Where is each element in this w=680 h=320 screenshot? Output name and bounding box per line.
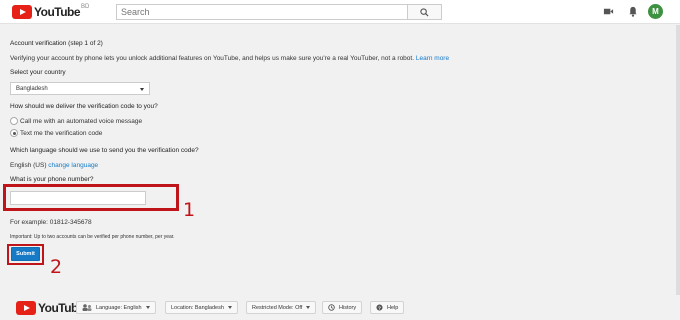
history-label: History: [339, 304, 357, 311]
location-dropdown[interactable]: Location: Bangladesh: [165, 301, 238, 314]
youtube-play-icon: [16, 301, 36, 315]
learn-more-link[interactable]: Learn more: [416, 55, 449, 62]
radio-voice-call[interactable]: [10, 117, 18, 125]
language-label: Language: English: [96, 304, 142, 311]
intro-text: Verifying your account by phone lets you…: [10, 55, 449, 62]
important-label: Important:: [10, 234, 33, 240]
footer-youtube-logo[interactable]: YouTube: [16, 301, 85, 315]
important-text: Up to two accounts can be verified per p…: [33, 234, 175, 240]
chevron-down-icon: [306, 306, 311, 309]
annotation-number-2: 2: [50, 256, 63, 278]
help-icon: ?: [376, 304, 383, 311]
delivery-question: How should we deliver the verification c…: [10, 103, 158, 110]
radio-voice-call-label: Call me with an automated voice message: [20, 118, 143, 125]
language-icon: [82, 304, 92, 311]
phone-question: What is your phone number?: [10, 176, 94, 183]
search-button[interactable]: [408, 4, 442, 20]
restricted-mode-label: Restricted Mode: Off: [252, 304, 303, 311]
bell-icon[interactable]: [628, 6, 638, 17]
youtube-play-icon: [12, 5, 32, 19]
country-select[interactable]: Bangladesh: [10, 82, 150, 95]
footer: YouTube Language: English Location: Bang…: [0, 295, 680, 320]
video-camera-icon[interactable]: [603, 6, 614, 17]
annotation-number-1: 1: [183, 199, 196, 221]
logo-text: YouTube: [34, 5, 81, 19]
radio-text-message-label: Text me the verification code: [20, 130, 103, 137]
language-row: English (US) change language: [10, 162, 98, 169]
annotation-box-phone: [3, 184, 179, 211]
history-icon: [328, 304, 335, 311]
submit-button[interactable]: Submit: [11, 247, 40, 261]
country-code: BD: [81, 4, 90, 10]
country-label: Select your country: [10, 69, 66, 76]
help-label: Help: [387, 304, 399, 311]
intro-body: Verifying your account by phone lets you…: [10, 55, 415, 62]
search-icon: [420, 7, 429, 17]
youtube-logo[interactable]: YouTube BD: [12, 4, 90, 19]
language-dropdown[interactable]: Language: English: [76, 301, 156, 314]
important-note: Important: Up to two accounts can be ver…: [10, 234, 175, 240]
language-value: English (US): [10, 162, 47, 169]
top-bar: YouTube BD M: [0, 0, 680, 24]
help-button[interactable]: ? Help: [370, 301, 405, 314]
restricted-mode-dropdown[interactable]: Restricted Mode: Off: [246, 301, 317, 314]
history-button[interactable]: History: [322, 301, 363, 314]
location-label: Location: Bangladesh: [171, 304, 224, 311]
page-title: Account verification (step 1 of 2): [10, 40, 103, 47]
change-language-link[interactable]: change language: [48, 162, 98, 169]
scrollbar[interactable]: [676, 25, 680, 295]
avatar[interactable]: M: [648, 4, 663, 19]
svg-text:?: ?: [378, 305, 381, 311]
language-question: Which language should we use to send you…: [10, 147, 199, 154]
chevron-down-icon: [140, 88, 144, 91]
chevron-down-icon: [145, 306, 150, 309]
radio-text-message[interactable]: [10, 129, 18, 137]
phone-example: For example: 01812-345678: [10, 219, 92, 226]
country-value: Bangladesh: [16, 86, 48, 92]
search-input[interactable]: [116, 4, 408, 20]
chevron-down-icon: [227, 306, 232, 309]
